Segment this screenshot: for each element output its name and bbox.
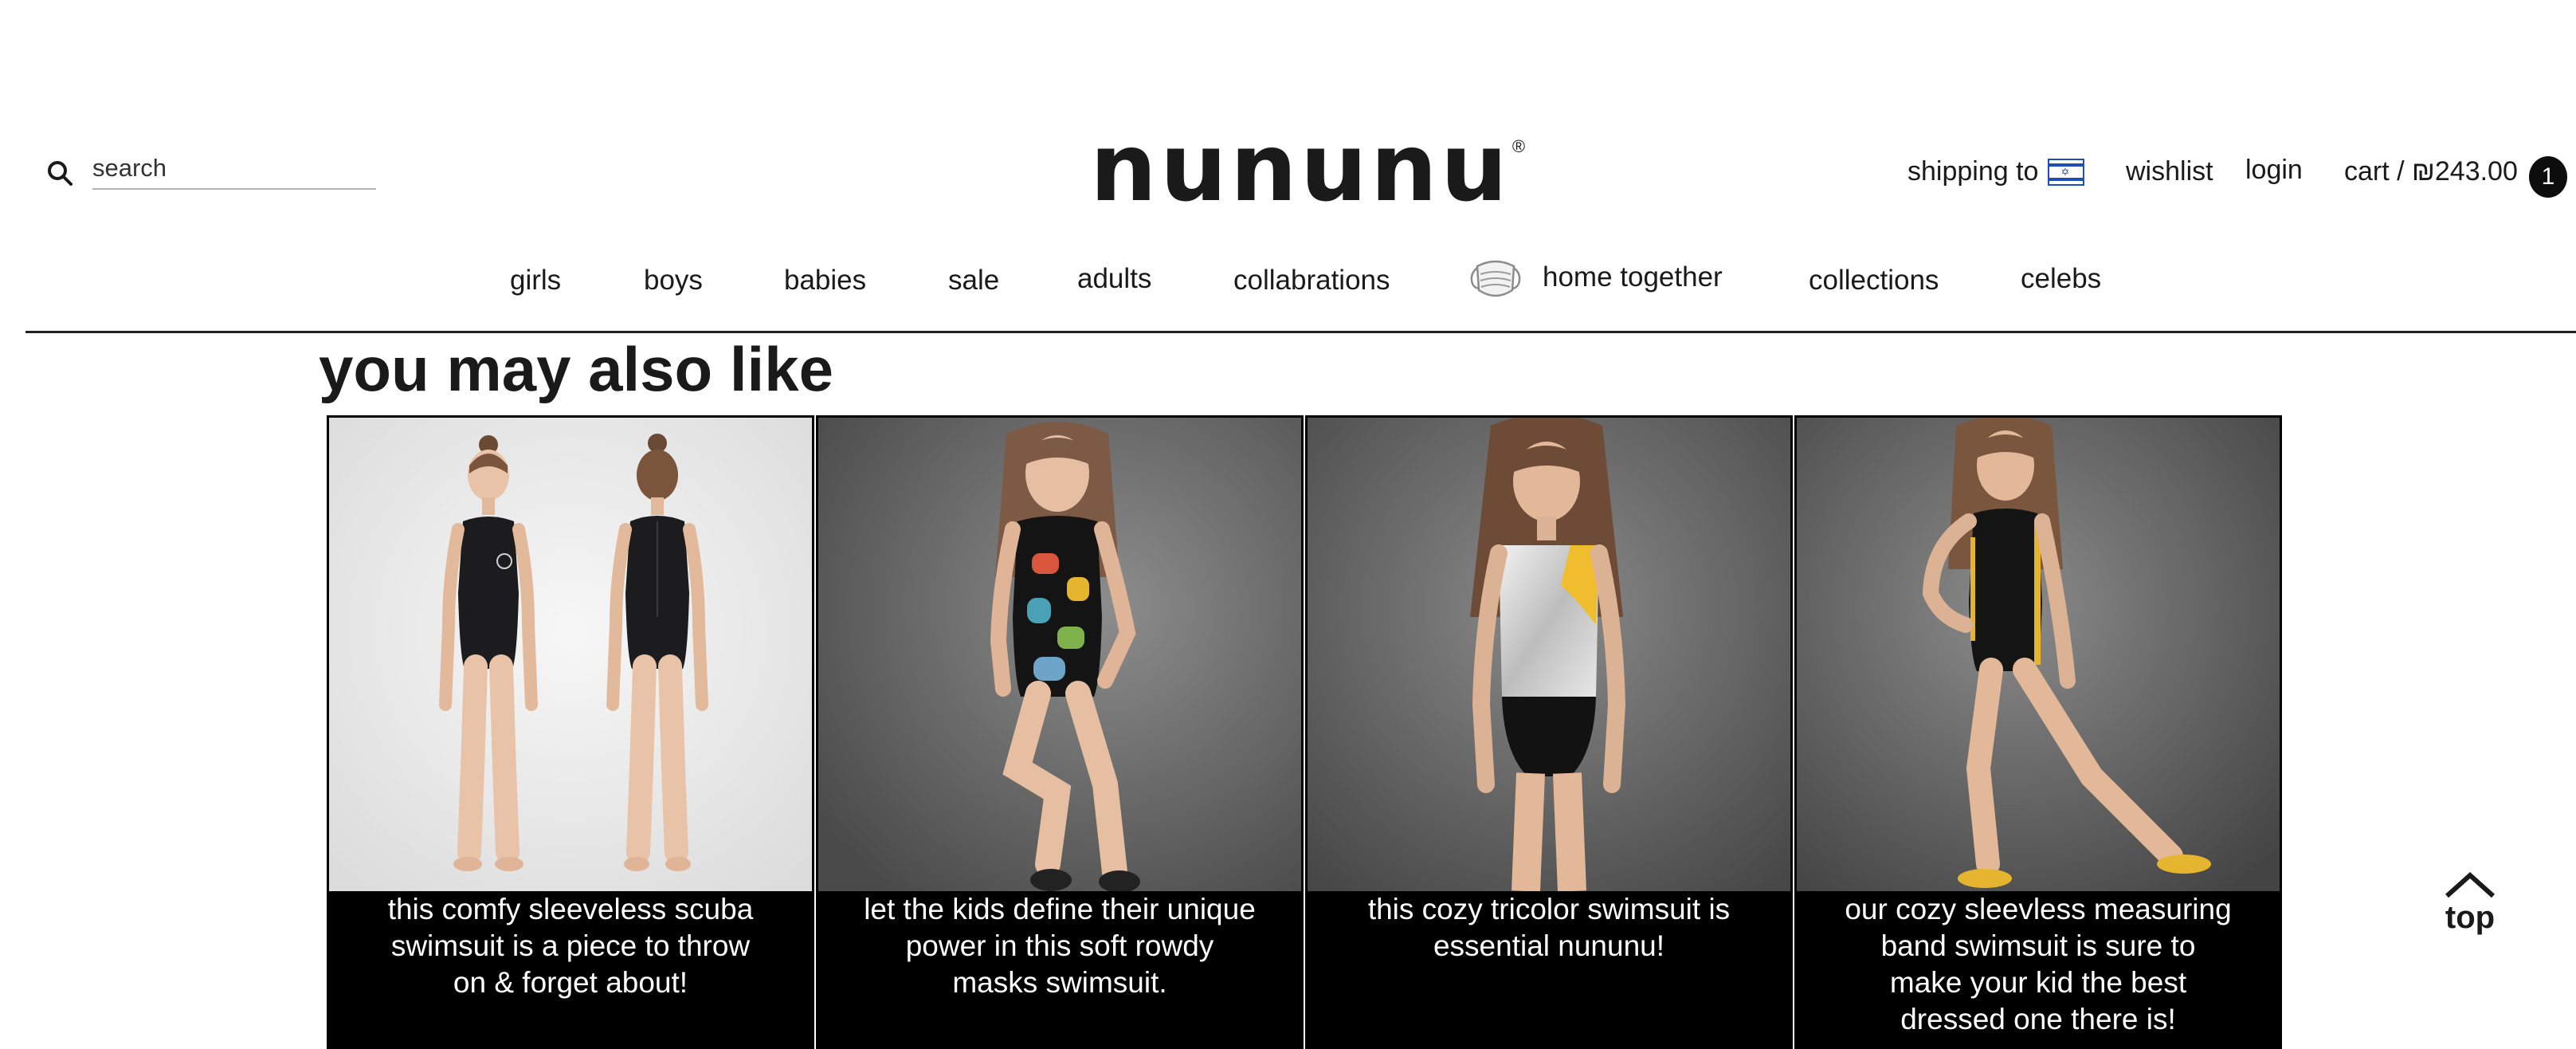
registered-mark: ® bbox=[1511, 136, 1526, 156]
product-card[interactable]: this cozy tricolor swimsuit is essential… bbox=[1305, 415, 1793, 1049]
nav-item-celebs[interactable]: celebs bbox=[2021, 263, 2101, 295]
search-input[interactable] bbox=[92, 148, 376, 190]
cart-link[interactable]: cart / ₪243.00 bbox=[2344, 156, 2518, 187]
product-caption[interactable]: this comfy sleeveless scuba swimsuit is … bbox=[329, 891, 812, 1047]
site-logo[interactable]: nununu ® bbox=[1090, 120, 1525, 214]
main-nav: girls boys babies sale adults collabrati… bbox=[0, 258, 2576, 306]
nav-item-adults[interactable]: adults bbox=[1077, 263, 1151, 295]
nav-item-collabrations[interactable]: collabrations bbox=[1233, 265, 1390, 297]
back-to-top-button[interactable]: top bbox=[2437, 869, 2503, 936]
product-card[interactable]: let the kids define their unique power i… bbox=[816, 415, 1304, 1049]
product-image[interactable] bbox=[329, 418, 812, 891]
face-mask-icon bbox=[1470, 260, 1521, 297]
product-image[interactable] bbox=[1308, 418, 1790, 891]
cart-count-badge[interactable]: 1 bbox=[2529, 156, 2567, 198]
product-image[interactable] bbox=[818, 418, 1301, 891]
nav-item-boys[interactable]: boys bbox=[644, 265, 703, 297]
chevron-up-icon bbox=[2445, 871, 2496, 898]
shipping-label: shipping to bbox=[1907, 156, 2039, 187]
search-icon[interactable] bbox=[46, 159, 73, 187]
logo-text: nununu bbox=[1089, 112, 1511, 222]
nav-item-sale[interactable]: sale bbox=[948, 265, 999, 297]
login-link[interactable]: login bbox=[2245, 155, 2303, 186]
israel-flag-icon: ✡ bbox=[2048, 158, 2085, 186]
product-caption[interactable]: this cozy tricolor swimsuit is essential… bbox=[1308, 891, 1790, 1047]
product-card[interactable]: this comfy sleeveless scuba swimsuit is … bbox=[327, 415, 814, 1049]
product-image[interactable] bbox=[1797, 418, 2280, 891]
page: nununu ® shipping to ✡ wishlist login ca… bbox=[0, 0, 2576, 1049]
wishlist-link[interactable]: wishlist bbox=[2126, 156, 2213, 187]
shipping-selector[interactable]: shipping to ✡ bbox=[1907, 156, 2085, 187]
product-caption[interactable]: let the kids define their unique power i… bbox=[818, 891, 1301, 1047]
search-box bbox=[45, 148, 379, 193]
nav-item-home-together[interactable]: home together bbox=[1543, 261, 1723, 293]
section-title: you may also like bbox=[319, 334, 833, 404]
back-to-top-label: top bbox=[2445, 900, 2496, 935]
product-grid: this comfy sleeveless scuba swimsuit is … bbox=[327, 415, 2285, 1049]
product-caption[interactable]: our cozy sleevless measuring band swimsu… bbox=[1797, 891, 2280, 1047]
nav-item-collections[interactable]: collections bbox=[1809, 265, 1939, 297]
nav-item-girls[interactable]: girls bbox=[510, 265, 561, 297]
product-card[interactable]: our cozy sleevless measuring band swimsu… bbox=[1794, 415, 2282, 1049]
nav-item-babies[interactable]: babies bbox=[784, 265, 866, 297]
